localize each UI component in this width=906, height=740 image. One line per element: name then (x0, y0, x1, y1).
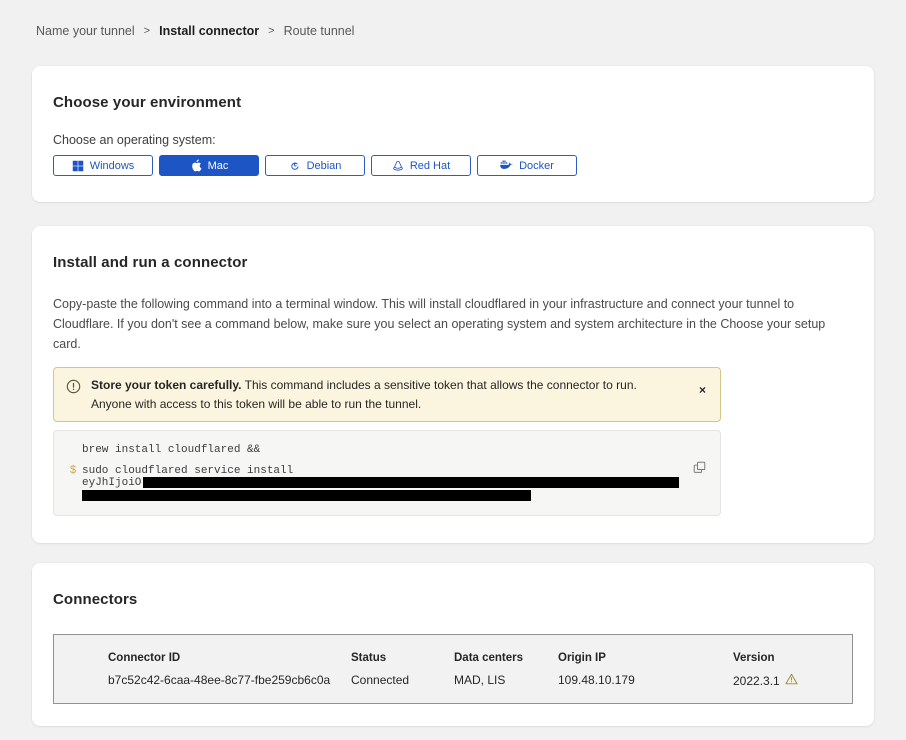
token-warning-text: Store your token carefully. This command… (91, 376, 710, 413)
environment-card-title: Choose your environment (53, 94, 853, 111)
environment-card: Choose your environment Choose an operat… (32, 66, 874, 202)
install-connector-description: Copy-paste the following command into a … (53, 294, 853, 354)
code-line-brew: brew install cloudflared && (64, 444, 706, 456)
code-line-token: eyJhIjoiO (64, 477, 706, 489)
prompt-spacer (64, 489, 82, 501)
connectors-card: Connectors Connector ID b7c52c42-6caa-48… (32, 563, 874, 726)
column-header: Connector ID (108, 652, 351, 664)
os-button-debian[interactable]: Debian (265, 155, 365, 176)
copy-icon[interactable] (691, 459, 708, 479)
os-button-label: Debian (307, 160, 342, 172)
os-button-label: Red Hat (410, 160, 450, 172)
close-icon[interactable]: × (697, 382, 708, 398)
status-badge: Connected (351, 673, 454, 687)
os-button-label: Windows (90, 160, 135, 172)
token-warning-title: Store your token carefully. (91, 378, 242, 392)
column-header: Data centers (454, 652, 558, 664)
os-button-windows[interactable]: Windows (53, 155, 153, 176)
connectors-table: Connector ID b7c52c42-6caa-48ee-8c77-fbe… (53, 634, 853, 704)
breadcrumb-route-tunnel[interactable]: Route tunnel (284, 24, 355, 38)
install-connector-card: Install and run a connector Copy-paste t… (32, 226, 874, 543)
column-header: Status (351, 652, 454, 664)
os-select-label: Choose an operating system: (53, 133, 853, 147)
debian-icon (289, 160, 301, 172)
prompt-spacer (64, 477, 82, 489)
connectors-title: Connectors (53, 591, 853, 608)
column-connector-id: Connector ID b7c52c42-6caa-48ee-8c77-fbe… (108, 652, 351, 703)
data-centers-value: MAD, LIS (454, 673, 558, 687)
redhat-icon (392, 160, 404, 172)
origin-ip-value: 109.48.10.179 (558, 673, 733, 687)
install-connector-title: Install and run a connector (53, 254, 853, 271)
docker-icon (500, 160, 513, 171)
alert-circle-icon (66, 379, 81, 399)
column-version: Version 2022.3.1 (733, 652, 852, 703)
install-command-code-block: brew install cloudflared && $ sudo cloud… (53, 430, 721, 516)
redacted-token-bar (82, 490, 531, 501)
breadcrumb-name-your-tunnel[interactable]: Name your tunnel (36, 24, 135, 38)
os-button-mac[interactable]: Mac (159, 155, 259, 176)
token-prefix: eyJhIjoiO (82, 477, 141, 489)
shell-prompt: $ (64, 465, 82, 477)
os-button-group: Windows Mac Debian (53, 155, 853, 176)
connector-id-value: b7c52c42-6caa-48ee-8c77-fbe259cb6c0a (108, 673, 351, 687)
code-line-sudo: $ sudo cloudflared service install (64, 465, 706, 477)
os-button-label: Mac (208, 160, 229, 172)
redacted-token-bar (143, 477, 679, 488)
column-data-centers: Data centers MAD, LIS (454, 652, 558, 703)
version-value: 2022.3.1 (733, 673, 852, 688)
code-text: sudo cloudflared service install (82, 465, 293, 477)
version-number: 2022.3.1 (733, 674, 780, 688)
breadcrumb-separator: > (268, 25, 274, 37)
column-header: Origin IP (558, 652, 733, 664)
windows-icon (72, 160, 84, 172)
token-warning-banner: Store your token carefully. This command… (53, 367, 721, 422)
code-line-token-2 (64, 489, 706, 501)
version-warning-icon (785, 673, 798, 688)
code-text: brew install cloudflared && (82, 444, 260, 456)
breadcrumb-separator: > (144, 25, 150, 37)
column-header: Version (733, 652, 852, 664)
prompt-spacer (64, 444, 82, 456)
os-button-docker[interactable]: Docker (477, 155, 577, 176)
column-origin-ip: Origin IP 109.48.10.179 (558, 652, 733, 703)
breadcrumb: Name your tunnel > Install connector > R… (0, 0, 906, 38)
os-button-label: Docker (519, 160, 554, 172)
apple-icon (190, 159, 202, 172)
column-status: Status Connected (351, 652, 454, 703)
breadcrumb-install-connector[interactable]: Install connector (159, 24, 259, 38)
os-button-redhat[interactable]: Red Hat (371, 155, 471, 176)
